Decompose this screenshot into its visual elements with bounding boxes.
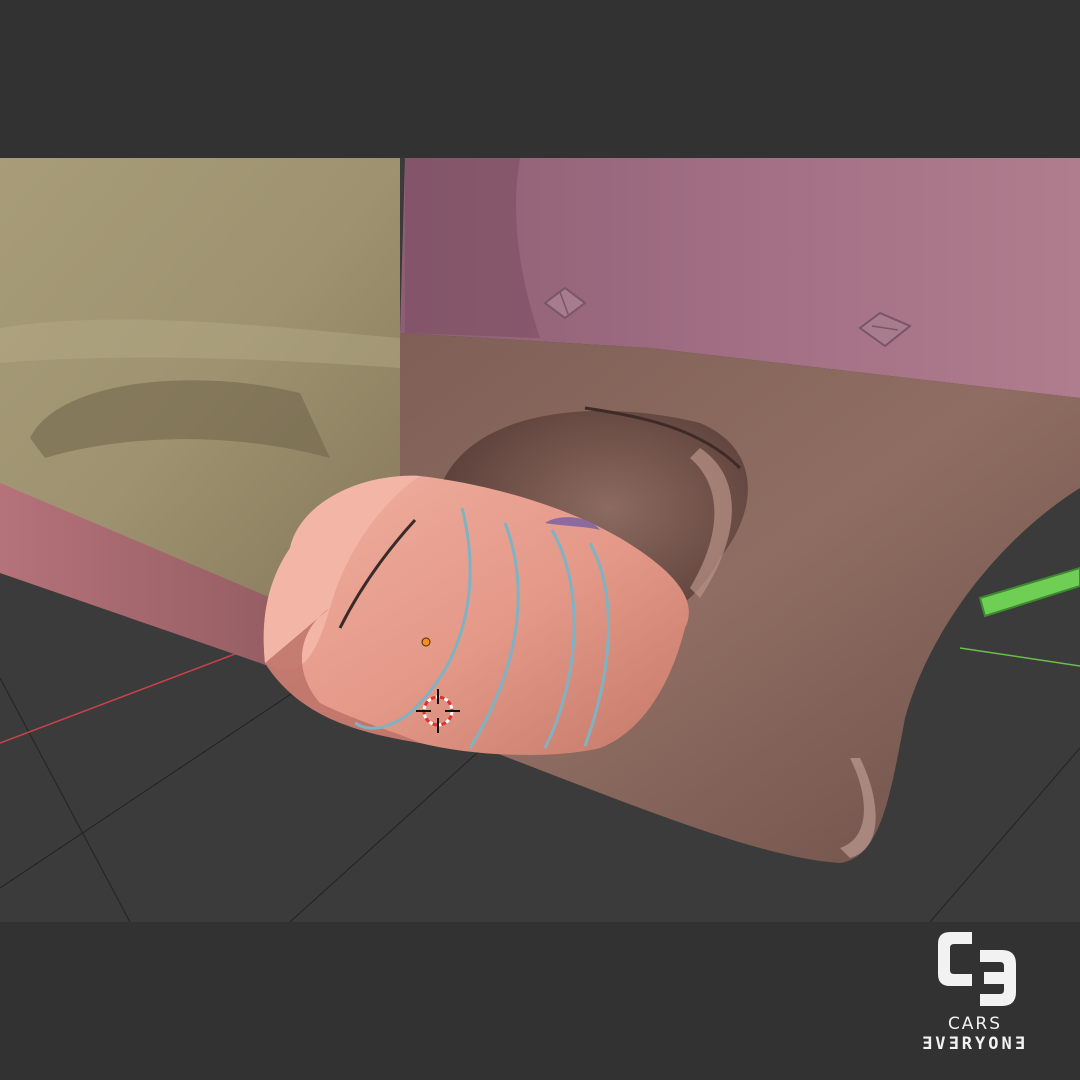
screenshot-frame: CARS ƎVƎRYONƎ: [0, 0, 1080, 1080]
brand-name-line1: CARS: [947, 1014, 1003, 1034]
ce-monogram-icon: [938, 932, 1016, 1006]
viewport-scene: [0, 158, 1080, 922]
y-axis-line: [959, 647, 1080, 667]
selected-rod[interactable]: [978, 566, 1080, 618]
brand-name-line2: ƎVƎRYONƎ: [922, 1034, 1028, 1054]
3d-viewport[interactable]: [0, 158, 1080, 922]
brand-logo: CARS ƎVƎRYONƎ: [910, 926, 1040, 1058]
object-origin-icon[interactable]: [421, 637, 431, 647]
